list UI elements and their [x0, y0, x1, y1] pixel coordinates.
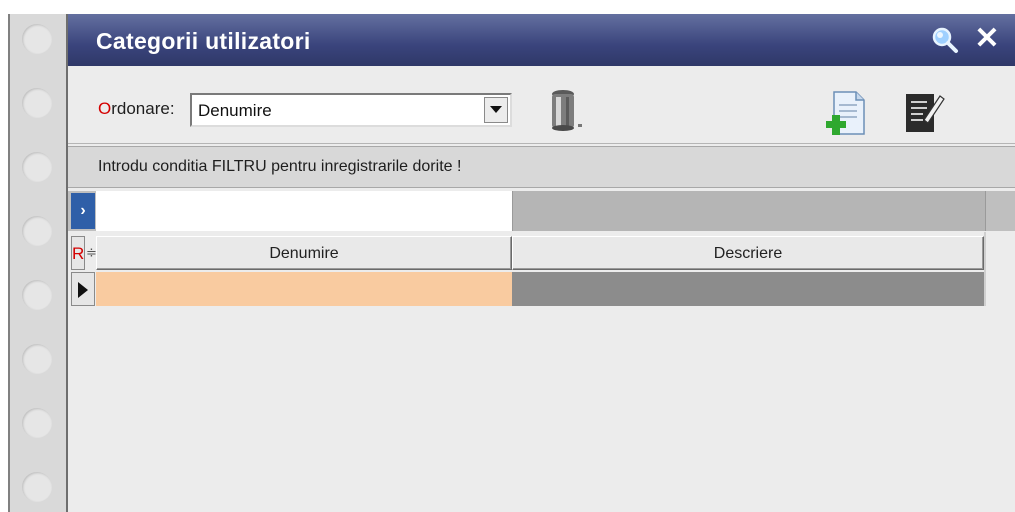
chevron-down-icon[interactable] [484, 97, 508, 123]
order-label-text: rdonare: [111, 99, 175, 118]
add-document-icon[interactable] [824, 90, 866, 138]
window-title: Categorii utilizatori [96, 28, 311, 54]
filter-description-cell[interactable] [512, 191, 986, 231]
trash-can-icon[interactable] [546, 88, 586, 134]
rail-decoration [22, 344, 52, 374]
cell-descriere[interactable] [512, 272, 984, 306]
window-titlebar: Categorii utilizatori ✕ [68, 14, 1015, 66]
edit-document-icon[interactable] [902, 90, 946, 136]
order-select-value: Denumire [198, 101, 272, 120]
cell-denumire[interactable] [96, 272, 512, 306]
magnifier-icon[interactable] [930, 26, 960, 54]
current-row-icon [71, 272, 95, 306]
rail-decoration [22, 472, 52, 502]
column-header-descriere[interactable]: Descriere [512, 236, 984, 270]
rail-decoration [22, 216, 52, 246]
column-header-denumire[interactable]: Denumire [96, 236, 512, 270]
record-column-marker: R [71, 236, 85, 270]
toolbar: Ordonare: Denumire [68, 66, 1015, 144]
order-select[interactable]: Denumire [190, 93, 512, 127]
grid-right-edge [984, 232, 986, 306]
categorii-utilizatori-window: Categorii utilizatori ✕ Ordonare: Denumi… [66, 14, 1015, 512]
left-background [0, 0, 66, 512]
filter-input[interactable] [96, 191, 512, 231]
filter-instruction-bar: Introdu conditia FILTRU pentru inregistr… [68, 146, 1015, 188]
filter-row-marker: › [71, 193, 95, 229]
filter-instruction-text: Introdu conditia FILTRU pentru inregistr… [98, 158, 462, 175]
rail-decoration [22, 24, 52, 54]
rail-decoration [22, 88, 52, 118]
sort-icon[interactable]: ≑ [86, 236, 97, 270]
grid-header: R ≑ Denumire Descriere [68, 236, 984, 270]
close-icon[interactable]: ✕ [972, 24, 1002, 54]
table-row[interactable] [68, 272, 984, 306]
order-label-hotkey: O [98, 99, 112, 118]
rail-decoration [22, 280, 52, 310]
rail-decoration [22, 408, 52, 438]
order-label: Ordonare: [98, 99, 175, 119]
records-grid: R ≑ Denumire Descriere [68, 232, 1015, 512]
left-rail [8, 14, 66, 512]
filter-row: › [68, 191, 1015, 231]
rail-decoration [22, 152, 52, 182]
